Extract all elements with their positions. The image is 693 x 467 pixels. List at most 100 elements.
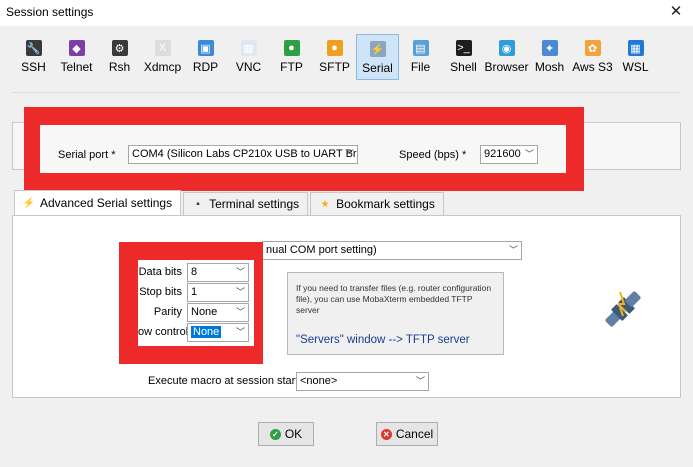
close-icon[interactable]: ✕ (665, 2, 687, 24)
rdp-icon: ▣ (197, 40, 214, 56)
ok-label: OK (284, 427, 303, 441)
window-title: Session settings (6, 5, 94, 19)
chevron-down-icon: ﹀ (524, 149, 534, 159)
port-params-content: Data bits 8 ﹀ Stop bits 1 ﹀ Parity None … (138, 260, 254, 346)
session-type-label: Serial (362, 61, 393, 75)
data-bits-value: 8 (191, 266, 198, 278)
cancel-icon: ✕ (380, 428, 392, 440)
wsl-icon: ▦ (627, 40, 644, 56)
session-type-label: Rsh (108, 60, 131, 74)
flow-control-select[interactable]: None ﹀ (187, 323, 249, 342)
macro-value: <none> (300, 375, 338, 387)
session-type-label: File (410, 60, 431, 74)
session-type-serial[interactable]: ⚡ Serial (356, 34, 399, 80)
session-type-label: SFTP (319, 60, 350, 74)
serial-icon: ⚡ (369, 41, 386, 57)
session-type-label: Aws S3 (572, 60, 613, 74)
serial-engine-select[interactable]: nual COM port setting) ﹀ (262, 241, 522, 260)
tab-terminal-settings[interactable]: ▪ Terminal settings (183, 192, 309, 215)
cancel-label: Cancel (395, 427, 434, 441)
telnet-icon: ◆ (68, 40, 85, 56)
macro-select[interactable]: <none> ﹀ (296, 372, 429, 391)
session-type-telnet[interactable]: ◆ Telnet (55, 34, 98, 80)
settings-tabs: ⚡ Advanced Serial settings ▪ Terminal setti… (14, 190, 446, 216)
tab-label: Terminal settings (209, 197, 300, 211)
serial-port-select[interactable]: COM4 (Silicon Labs CP210x USB to UART Br… (128, 145, 358, 164)
session-type-ftp[interactable]: ● FTP (270, 34, 313, 80)
data-bits-label: Data bits (138, 266, 182, 278)
speed-value: 921600 (484, 148, 521, 160)
session-type-label: RDP (192, 60, 219, 74)
session-type-vnc[interactable]: ▦ VNC (227, 34, 270, 80)
ftp-icon: ● (283, 40, 300, 56)
tftp-info-text: If you need to transfer files (e.g. rout… (296, 283, 492, 315)
tftp-info-box: If you need to transfer files (e.g. rout… (287, 272, 504, 355)
stop-bits-select[interactable]: 1 ﹀ (187, 283, 249, 302)
session-type-label: VNC (235, 60, 262, 74)
chevron-down-icon: ﹀ (415, 376, 425, 386)
macro-label: Execute macro at session start: (148, 375, 302, 387)
session-type-label: SSH (21, 60, 46, 74)
tab-advanced-serial-settings[interactable]: ⚡ Advanced Serial settings (14, 190, 182, 215)
speed-label: Speed (bps) * (399, 149, 467, 161)
flow-control-value: None (191, 326, 222, 338)
parity-label: Parity (153, 306, 182, 318)
session-type-rdp[interactable]: ▣ RDP (184, 34, 227, 80)
session-type-label: Browser (484, 60, 529, 74)
session-type-shell[interactable]: >_ Shell (442, 34, 485, 80)
session-type-aws-s3[interactable]: ✿ Aws S3 (571, 34, 614, 80)
data-bits-select[interactable]: 8 ﹀ (187, 263, 249, 282)
speed-select[interactable]: 921600 ﹀ (480, 145, 538, 164)
session-type-toolbar: 🔧 SSH ◆ Telnet ⚙ Rsh X Xdmcp ▣ RDP ▦ VNC ● FTP ● SFTP ⚡ S… (12, 34, 657, 82)
chevron-down-icon: ﹀ (508, 245, 518, 255)
stop-bits-value: 1 (191, 286, 198, 298)
session-type-file[interactable]: ▤ File (399, 34, 442, 80)
chevron-down-icon: ﹀ (235, 287, 245, 297)
aws-s3-icon: ✿ (584, 40, 601, 56)
serial-port-value: COM4 (Silicon Labs CP210x USB to UART Br… (132, 148, 358, 160)
cancel-button[interactable]: ✕ Cancel (376, 422, 438, 446)
session-type-mosh[interactable]: ✦ Mosh (528, 34, 571, 80)
chevron-down-icon: ﹀ (344, 149, 354, 159)
session-type-label: FTP (280, 60, 303, 74)
chevron-down-icon: ﹀ (235, 327, 245, 337)
vnc-icon: ▦ (240, 40, 257, 56)
parity-value: None (191, 306, 218, 318)
stop-bits-label: Stop bits (139, 286, 182, 298)
file-icon: ▤ (412, 40, 429, 56)
ok-button[interactable]: ✓ OK (258, 422, 314, 446)
title-bar: Session settings ✕ (0, 0, 693, 26)
session-type-label: Shell (450, 60, 477, 74)
tab-bookmark-settings[interactable]: ★ Bookmark settings (310, 192, 444, 215)
serial-plug-icon (605, 291, 641, 327)
session-type-rsh[interactable]: ⚙ Rsh (98, 34, 141, 80)
sftp-icon: ● (326, 40, 343, 56)
session-type-label: Mosh (534, 60, 565, 74)
session-type-wsl[interactable]: ▦ WSL (614, 34, 657, 80)
ssh-icon: 🔧 (25, 40, 42, 56)
session-type-browser[interactable]: ◉ Browser (484, 34, 529, 80)
divider (12, 92, 681, 93)
check-icon: ✓ (269, 428, 281, 440)
star-icon: ★ (320, 198, 330, 210)
serial-port-label: Serial port * (58, 149, 116, 161)
parity-select[interactable]: None ﹀ (187, 303, 249, 322)
session-type-xdmcp[interactable]: X Xdmcp (141, 34, 184, 80)
xdmcp-icon: X (154, 40, 171, 56)
terminal-icon: ▪ (196, 198, 200, 210)
tftp-server-link[interactable]: "Servers" window --> TFTP server (296, 334, 470, 346)
session-type-sftp[interactable]: ● SFTP (313, 34, 356, 80)
rsh-icon: ⚙ (111, 40, 128, 56)
flow-control-label: ow control (138, 326, 189, 338)
shell-icon: >_ (455, 40, 472, 56)
session-type-label: Telnet (60, 60, 93, 74)
serial-settings-icon: ⚡ (22, 197, 36, 209)
tab-label: Bookmark settings (336, 197, 435, 211)
serial-engine-value: nual COM port setting) (266, 244, 377, 256)
red-highlight-box: Serial port * COM4 (Silicon Labs CP210x … (24, 107, 584, 191)
session-type-ssh[interactable]: 🔧 SSH (12, 34, 55, 80)
red-highlight-box-2: Data bits 8 ﹀ Stop bits 1 ﹀ Parity None … (119, 242, 263, 364)
tab-label: Advanced Serial settings (40, 196, 173, 210)
session-type-label: Xdmcp (143, 60, 182, 74)
basic-settings-content: Serial port * COM4 (Silicon Labs CP210x … (40, 125, 566, 173)
